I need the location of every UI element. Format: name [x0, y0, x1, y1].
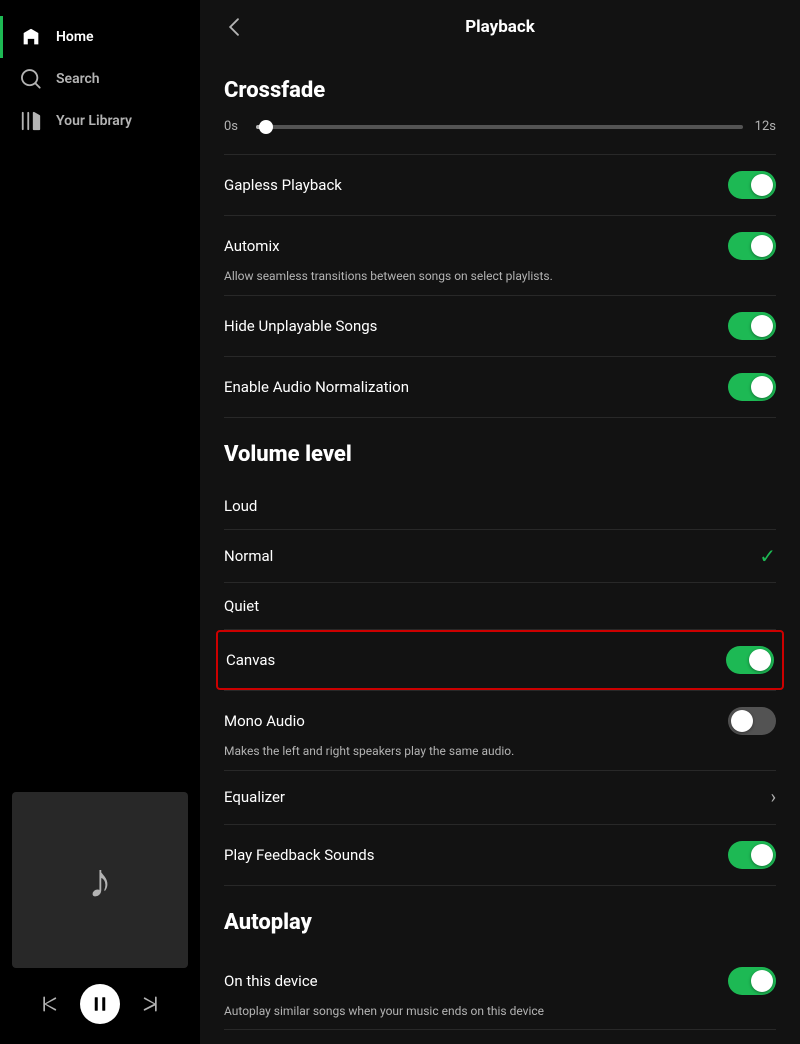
- main-content: Playback Crossfade 0s 12s Gapless Playba…: [200, 0, 800, 1044]
- chevron-right-icon: ›: [771, 787, 776, 808]
- volume-loud-option[interactable]: Loud: [224, 483, 776, 529]
- hide-unplayable-thumb: [751, 315, 773, 337]
- play-feedback-track: [728, 841, 776, 869]
- next-button[interactable]: [140, 994, 160, 1014]
- sidebar-item-home[interactable]: Home: [0, 16, 200, 58]
- crossfade-heading: Crossfade: [224, 78, 776, 103]
- pause-button[interactable]: [80, 984, 120, 1024]
- mono-audio-track: [728, 707, 776, 735]
- gapless-track: [728, 171, 776, 199]
- sidebar-item-search-label: Search: [56, 71, 100, 87]
- now-playing-art: ♪: [12, 792, 188, 968]
- crossfade-thumb: [259, 120, 273, 134]
- gapless-thumb: [751, 174, 773, 196]
- crossfade-slider[interactable]: [256, 125, 743, 129]
- mono-audio-description: Makes the left and right speakers play t…: [224, 743, 776, 760]
- mono-audio-toggle[interactable]: [728, 707, 776, 735]
- hide-unplayable-track: [728, 312, 776, 340]
- automix-label: Automix: [224, 237, 280, 255]
- automix-toggle[interactable]: [728, 232, 776, 260]
- player-controls: [12, 976, 188, 1032]
- automix-thumb: [751, 235, 773, 257]
- mono-audio-row: Mono Audio: [224, 691, 776, 751]
- sidebar: Home Search Your Library ♪: [0, 0, 200, 1044]
- sidebar-item-home-label: Home: [56, 29, 94, 45]
- equalizer-label: Equalizer: [224, 788, 285, 806]
- crossfade-min-label: 0s: [224, 119, 244, 134]
- automix-description: Allow seamless transitions between songs…: [224, 268, 776, 285]
- audio-norm-label: Enable Audio Normalization: [224, 378, 409, 396]
- audio-norm-row: Enable Audio Normalization: [224, 357, 776, 417]
- volume-normal-label: Normal: [224, 547, 273, 565]
- autoplay-device-row: On this device: [224, 951, 776, 1011]
- equalizer-row[interactable]: Equalizer ›: [224, 771, 776, 824]
- sidebar-item-library[interactable]: Your Library: [0, 100, 200, 142]
- header: Playback: [200, 0, 800, 54]
- canvas-toggle[interactable]: [726, 646, 774, 674]
- settings-content: Crossfade 0s 12s Gapless Playback Automi…: [200, 78, 800, 1044]
- music-note-icon: ♪: [88, 852, 112, 909]
- play-feedback-row: Play Feedback Sounds: [224, 825, 776, 885]
- autoplay-heading: Autoplay: [224, 910, 776, 935]
- autoplay-device-track: [728, 967, 776, 995]
- autoplay-device-description: Autoplay similar songs when your music e…: [224, 1003, 776, 1020]
- volume-quiet-option[interactable]: Quiet: [224, 583, 776, 629]
- previous-button[interactable]: [40, 994, 60, 1014]
- play-feedback-label: Play Feedback Sounds: [224, 846, 374, 864]
- divider-12: [224, 885, 776, 886]
- sidebar-bottom: ♪: [0, 780, 200, 1044]
- canvas-track: [726, 646, 774, 674]
- audio-norm-toggle[interactable]: [728, 373, 776, 401]
- mono-audio-thumb: [731, 710, 753, 732]
- sidebar-item-search[interactable]: Search: [0, 58, 200, 100]
- automix-row: Automix: [224, 216, 776, 276]
- canvas-row[interactable]: Canvas: [216, 630, 784, 690]
- volume-quiet-label: Quiet: [224, 597, 259, 615]
- gapless-playback-row: Gapless Playback: [224, 155, 776, 215]
- canvas-thumb: [749, 649, 771, 671]
- canvas-label: Canvas: [226, 651, 275, 669]
- gapless-label: Gapless Playback: [224, 176, 342, 194]
- play-feedback-thumb: [751, 844, 773, 866]
- sidebar-item-library-label: Your Library: [56, 113, 132, 129]
- volume-normal-option[interactable]: Normal ✓: [224, 530, 776, 582]
- autoplay-device-thumb: [751, 970, 773, 992]
- volume-normal-checkmark: ✓: [759, 544, 776, 568]
- page-title: Playback: [262, 17, 738, 37]
- back-button[interactable]: [224, 16, 246, 38]
- divider-5: [224, 417, 776, 418]
- autoplay-device-label: On this device: [224, 972, 318, 990]
- gapless-toggle[interactable]: [728, 171, 776, 199]
- autoplay-device-toggle[interactable]: [728, 967, 776, 995]
- play-feedback-toggle[interactable]: [728, 841, 776, 869]
- hide-unplayable-row: Hide Unplayable Songs: [224, 296, 776, 356]
- home-icon: [20, 26, 42, 48]
- hide-unplayable-label: Hide Unplayable Songs: [224, 317, 377, 335]
- audio-norm-track: [728, 373, 776, 401]
- volume-loud-label: Loud: [224, 497, 257, 515]
- autoplay-other-row: On other devices: [224, 1030, 776, 1044]
- sidebar-nav: Home Search Your Library: [0, 0, 200, 158]
- mono-audio-label: Mono Audio: [224, 712, 305, 730]
- volume-level-heading: Volume level: [224, 442, 776, 467]
- automix-track: [728, 232, 776, 260]
- search-icon: [20, 68, 42, 90]
- audio-norm-thumb: [751, 376, 773, 398]
- hide-unplayable-toggle[interactable]: [728, 312, 776, 340]
- crossfade-slider-row: 0s 12s: [224, 119, 776, 134]
- library-icon: [20, 110, 42, 132]
- crossfade-max-label: 12s: [755, 119, 776, 134]
